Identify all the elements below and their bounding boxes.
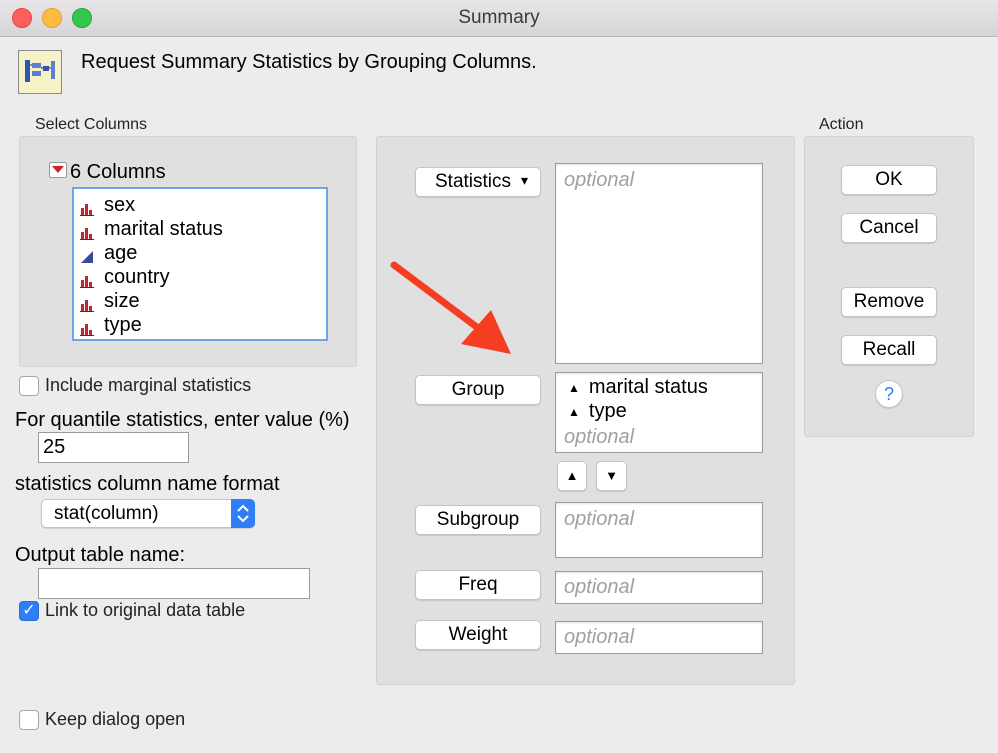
column-list-item[interactable]: type: [80, 313, 142, 337]
keep-dialog-open-label: Keep dialog open: [45, 709, 186, 729]
nominal-bar-icon: [80, 222, 94, 240]
group-item-label: marital status: [588, 376, 708, 398]
column-list-item[interactable]: age: [80, 241, 137, 265]
ascending-sort-icon: ▲: [568, 404, 580, 419]
ok-button[interactable]: OK: [841, 165, 937, 195]
column-list-item[interactable]: sex: [80, 193, 135, 217]
column-list-item-label: marital status: [104, 218, 223, 240]
column-list-item[interactable]: marital status: [80, 217, 223, 241]
column-list-item-label: sex: [104, 194, 136, 216]
group-item[interactable]: ▲ type: [568, 400, 627, 423]
group-role-box[interactable]: ▲ marital status ▲ type optional: [555, 372, 763, 453]
freq-button[interactable]: Freq: [415, 570, 541, 600]
collapse-triangle-icon[interactable]: [49, 162, 67, 178]
group-item[interactable]: ▲ marital status: [568, 376, 708, 399]
column-list-item-label: age: [104, 242, 138, 264]
include-marginal-label: Include marginal statistics: [45, 375, 252, 395]
sort-ascending-icon: ▲: [565, 468, 579, 483]
columns-list[interactable]: sex marital status age country size type: [72, 187, 328, 341]
name-format-value: stat(column): [54, 503, 159, 524]
group-button[interactable]: Group: [415, 375, 541, 405]
nominal-bar-icon: [80, 270, 94, 288]
remove-button[interactable]: Remove: [841, 287, 937, 317]
red-arrow-annotation: [390, 261, 511, 354]
freq-role-box[interactable]: optional: [555, 571, 763, 604]
link-original-label: Link to original data table: [45, 600, 246, 620]
group-button-label: Group: [451, 379, 505, 400]
column-list-item[interactable]: country: [80, 265, 170, 289]
freq-placeholder: optional: [564, 576, 635, 598]
column-list-item[interactable]: size: [80, 289, 140, 313]
recall-button[interactable]: Recall: [841, 335, 937, 365]
include-marginal-checkbox[interactable]: [19, 376, 39, 396]
weight-placeholder: optional: [564, 626, 635, 648]
group-placeholder: optional: [564, 426, 635, 448]
nominal-bar-icon: [80, 294, 94, 312]
column-list-item-label: country: [104, 266, 170, 288]
output-name-label: Output table name:: [15, 544, 186, 566]
subgroup-role-box[interactable]: optional: [555, 502, 763, 558]
window-title: Summary: [458, 7, 540, 28]
weight-button-label: Weight: [448, 624, 508, 645]
statistics-placeholder: optional: [564, 169, 635, 191]
statistics-button[interactable]: Statistics ▾: [415, 167, 541, 197]
subgroup-button[interactable]: Subgroup: [415, 505, 541, 535]
weight-role-box[interactable]: optional: [555, 621, 763, 654]
select-columns-panel: 6 Columns sex marital status age country siz…: [19, 136, 357, 367]
continuous-triangle-icon: [80, 246, 94, 263]
select-stepper-icon[interactable]: [231, 499, 255, 528]
cancel-button[interactable]: Cancel: [841, 213, 937, 243]
quantile-label: For quantile statistics, enter value (%): [15, 409, 350, 431]
column-list-item-label: size: [104, 290, 140, 312]
summary-platform-icon: [18, 50, 62, 94]
nominal-bar-icon: [80, 318, 94, 336]
column-list-item-label: type: [104, 314, 142, 336]
link-original-checkbox[interactable]: ✓: [19, 601, 39, 621]
keep-dialog-open-checkbox[interactable]: [19, 710, 39, 730]
sort-descending-button[interactable]: ▼: [596, 461, 627, 491]
dropdown-triangle-icon: ▾: [521, 172, 529, 188]
statistics-role-box[interactable]: optional: [555, 163, 763, 364]
subgroup-button-label: Subgroup: [436, 509, 520, 530]
name-format-label: statistics column name format: [15, 473, 280, 495]
help-button[interactable]: ?: [875, 380, 903, 408]
dialog-description: Request Summary Statistics by Grouping C…: [81, 51, 537, 73]
freq-button-label: Freq: [458, 574, 498, 595]
weight-button[interactable]: Weight: [415, 620, 541, 650]
subgroup-placeholder: optional: [564, 508, 635, 530]
quantile-input[interactable]: 25: [38, 432, 189, 463]
group-item-label: type: [588, 400, 627, 422]
sort-descending-icon: ▼: [605, 468, 618, 483]
action-label: Action: [819, 116, 864, 133]
select-columns-label: Select Columns: [35, 116, 148, 133]
columns-count-label: 6 Columns: [70, 161, 166, 183]
title-bar: Summary: [0, 0, 998, 37]
output-name-input[interactable]: [38, 568, 310, 599]
ascending-sort-icon: ▲: [568, 380, 580, 395]
statistics-button-label: Statistics: [435, 171, 512, 192]
sort-ascending-button[interactable]: ▲: [557, 461, 587, 491]
nominal-bar-icon: [80, 198, 94, 216]
name-format-select[interactable]: stat(column): [41, 499, 255, 528]
